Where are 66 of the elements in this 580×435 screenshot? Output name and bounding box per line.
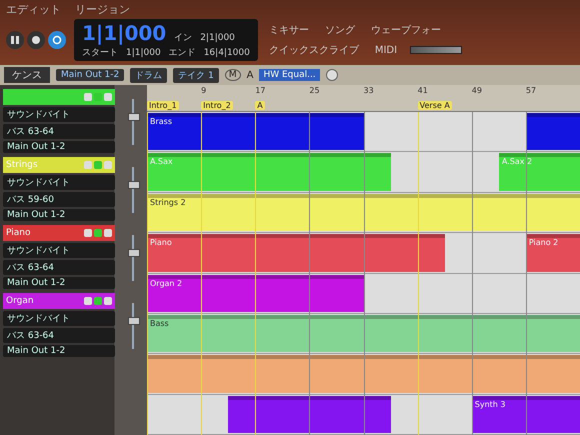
fader-handle[interactable] bbox=[128, 181, 140, 190]
take-dropdown[interactable]: テイク 1 bbox=[173, 68, 219, 82]
channel-header[interactable]: Organ bbox=[3, 293, 115, 309]
loop-button[interactable] bbox=[48, 31, 66, 49]
loop-icon bbox=[52, 35, 62, 45]
channel-header[interactable]: Piano bbox=[3, 225, 115, 241]
menu-item[interactable]: リージョン bbox=[75, 2, 130, 17]
menu-item[interactable]: エディット bbox=[6, 2, 61, 17]
view-tab[interactable]: ウェーブフォー bbox=[368, 22, 444, 38]
bar-number: 17 bbox=[255, 86, 266, 95]
pause-icon bbox=[10, 35, 20, 45]
bar-number: 25 bbox=[309, 86, 320, 95]
channel-setting[interactable]: サウンドバイト bbox=[3, 107, 115, 122]
channel-setting[interactable]: Main Out 1-2 bbox=[3, 141, 115, 153]
channel-setting[interactable]: Main Out 1-2 bbox=[3, 209, 115, 221]
view-tab[interactable]: ミキサー bbox=[266, 22, 312, 38]
bar-number: 57 bbox=[526, 86, 536, 95]
in-label: イン bbox=[174, 32, 192, 44]
sequence-tab[interactable]: ケンス bbox=[4, 67, 50, 83]
automation-label: A bbox=[246, 70, 254, 80]
midi-tab[interactable]: MIDI bbox=[372, 44, 400, 56]
category-dropdown[interactable]: ドラム bbox=[130, 68, 168, 82]
quickscribe-tab[interactable]: クイックスクライブ bbox=[266, 42, 362, 58]
channel-setting[interactable]: Main Out 1-2 bbox=[3, 277, 115, 289]
channel-setting[interactable]: Main Out 1-2 bbox=[3, 345, 115, 357]
plugin-dropdown[interactable]: HW Equal... bbox=[259, 69, 320, 81]
channel-setting[interactable]: サウンドバイト bbox=[3, 175, 115, 190]
marker-label[interactable]: Verse A bbox=[418, 101, 452, 110]
region-block[interactable]: Strings 2 bbox=[147, 194, 580, 232]
end-value: 16|4|1000 bbox=[204, 48, 250, 58]
time-readout: 1|1|000 bbox=[82, 21, 166, 45]
region-block[interactable]: Organ 2 bbox=[147, 274, 364, 312]
record-button[interactable] bbox=[27, 31, 45, 49]
end-label: エンド bbox=[168, 47, 196, 59]
marker-label[interactable]: A bbox=[255, 101, 265, 110]
fader-handle[interactable] bbox=[128, 249, 140, 258]
pause-button[interactable] bbox=[6, 31, 24, 49]
view-tab[interactable]: ソング bbox=[322, 22, 358, 38]
start-value: 1|1|000 bbox=[126, 48, 161, 58]
region-block[interactable]: Piano 2 bbox=[526, 234, 580, 272]
fader-handle[interactable] bbox=[128, 317, 140, 326]
output-dropdown[interactable]: Main Out 1-2 bbox=[56, 69, 124, 81]
record-icon bbox=[31, 35, 41, 45]
marker-label[interactable]: Intro_1 bbox=[147, 101, 179, 110]
start-label: スタート bbox=[82, 47, 118, 59]
fader-handle[interactable] bbox=[128, 113, 140, 122]
in-value: 2|1|000 bbox=[200, 33, 235, 43]
channel-setting[interactable]: バス 63-64 bbox=[3, 124, 115, 139]
channel-setting[interactable]: サウンドバイト bbox=[3, 243, 115, 258]
bar-number: 33 bbox=[364, 86, 374, 95]
channel-setting[interactable]: バス 63-64 bbox=[3, 328, 115, 343]
bar-number: 41 bbox=[418, 86, 428, 95]
channel-setting[interactable]: バス 59-60 bbox=[3, 192, 115, 207]
mute-button[interactable]: M bbox=[224, 69, 241, 81]
bar-number: 9 bbox=[201, 86, 206, 95]
bar-number: 49 bbox=[472, 86, 482, 95]
region-block[interactable]: Synth 3 bbox=[472, 396, 580, 433]
region-block[interactable]: Piano bbox=[147, 234, 445, 272]
channel-setting[interactable]: サウンドバイト bbox=[3, 311, 115, 326]
marker-label[interactable]: Intro_2 bbox=[201, 101, 233, 110]
region-block[interactable]: Brass bbox=[147, 113, 364, 150]
channel-setting[interactable]: バス 63-64 bbox=[3, 260, 115, 275]
region-block[interactable] bbox=[526, 113, 580, 150]
knob-icon[interactable] bbox=[326, 69, 338, 81]
level-meter bbox=[410, 46, 462, 54]
region-block[interactable]: Bass bbox=[147, 314, 580, 352]
